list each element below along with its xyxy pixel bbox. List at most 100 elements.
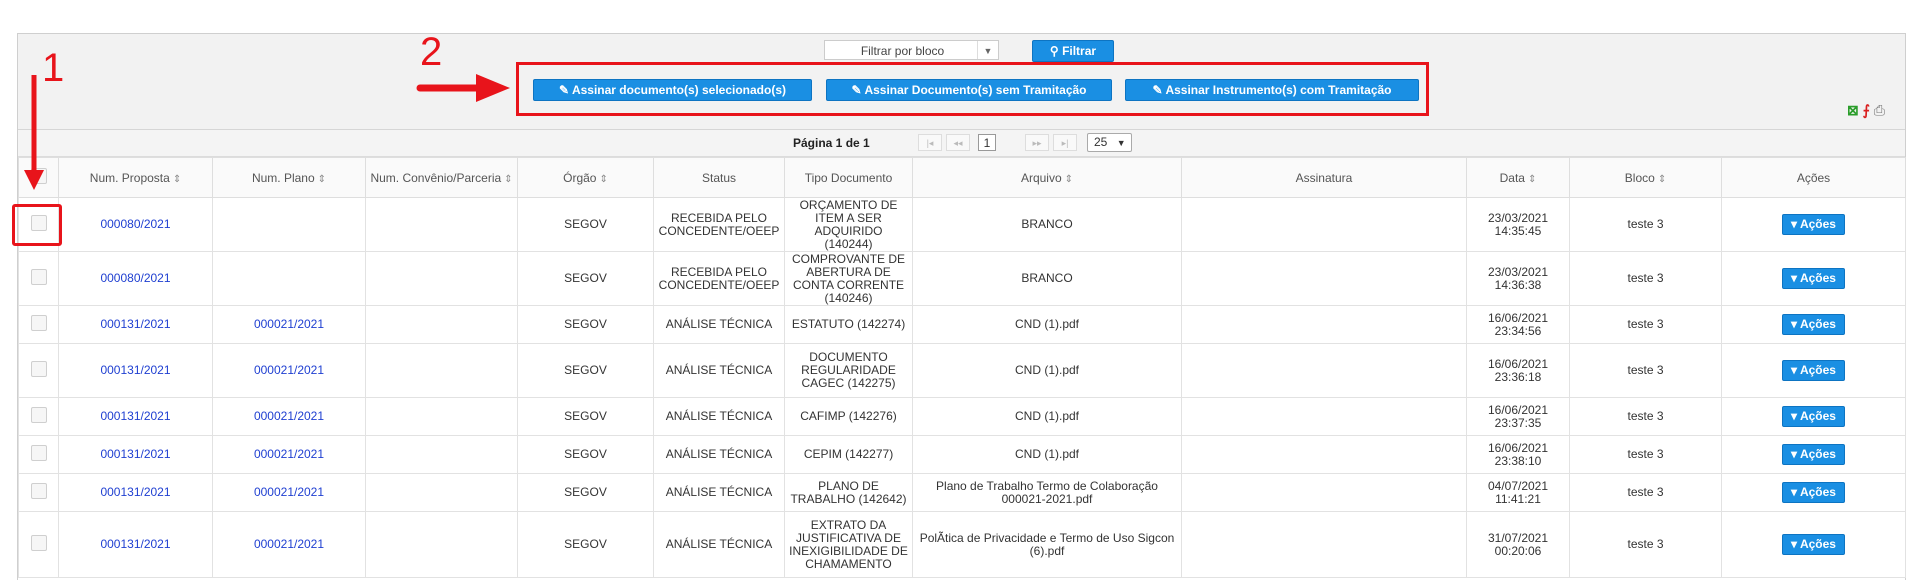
chevron-down-icon: ▼	[1116, 138, 1126, 148]
col-tipo: Tipo Documento	[784, 157, 913, 198]
cell-bloco: teste 3	[1569, 197, 1722, 252]
filter-button[interactable]: ⚲ Filtrar	[1032, 40, 1114, 62]
cell-data: 16/06/2021 23:34:56	[1466, 305, 1570, 344]
cell-tipo: ORÇAMENTO DE ITEM A SER ADQUIRIDO (14024…	[784, 197, 913, 252]
row-checkbox[interactable]	[30, 483, 47, 499]
table-row: 000131/2021 000021/2021 SEGOV ANÁLISE TÉCNI…	[18, 473, 1906, 512]
row-checkbox[interactable]	[30, 315, 47, 331]
proposta-link[interactable]: 000131/2021	[100, 317, 170, 331]
cell-arquivo: BRANCO	[912, 197, 1182, 252]
plano-link[interactable]: 000021/2021	[254, 447, 324, 461]
caret-down-icon: ▾	[1791, 409, 1800, 423]
row-actions-button[interactable]: ▾ Ações	[1782, 406, 1845, 427]
cell-plano	[212, 251, 366, 306]
plano-link[interactable]: 000021/2021	[254, 537, 324, 551]
table-row: 000131/2021 000021/2021 SEGOV ANÁLISE TÉCNI…	[18, 397, 1906, 436]
sign-no-process-button[interactable]: ✎ Assinar Documento(s) sem Tramitação	[826, 79, 1112, 101]
block-filter-value: Filtrar por bloco	[860, 44, 945, 58]
pen-icon: ✎	[851, 83, 862, 97]
cell-status: ANÁLISE TÉCNICA	[653, 397, 785, 436]
col-orgao[interactable]: Órgão ⇕	[517, 157, 654, 198]
cell-tipo: COMPROVANTE DE ABERTURA DE CONTA CORRENT…	[784, 251, 913, 306]
sign-selected-button[interactable]: ✎ Assinar documento(s) selecionado(s)	[533, 79, 812, 101]
row-actions-button[interactable]: ▾ Ações	[1782, 360, 1845, 381]
proposta-link[interactable]: 000131/2021	[100, 447, 170, 461]
row-actions-button[interactable]: ▾ Ações	[1782, 482, 1845, 503]
page-size-value: 25	[1094, 135, 1108, 149]
row-actions-label: Ações	[1799, 363, 1836, 377]
row-checkbox[interactable]	[30, 361, 47, 377]
row-actions-button[interactable]: ▾ Ações	[1782, 534, 1845, 555]
cell-arquivo: CND (1).pdf	[912, 343, 1182, 398]
block-filter-select[interactable]: Filtrar por bloco ▼	[824, 40, 999, 60]
cell-data: 04/07/2021 11:41:21	[1466, 473, 1570, 512]
col-arquivo[interactable]: Arquivo ⇕	[912, 157, 1182, 198]
cell-bloco: teste 3	[1569, 435, 1722, 474]
pdf-icon[interactable]: ⨍	[1863, 102, 1870, 118]
select-all-checkbox[interactable]	[30, 168, 47, 184]
cell-data: 16/06/2021 23:37:35	[1466, 397, 1570, 436]
proposta-link[interactable]: 000131/2021	[100, 409, 170, 423]
cell-orgao: SEGOV	[517, 251, 654, 306]
row-checkbox[interactable]	[30, 407, 47, 423]
sort-icon: ⇕	[172, 173, 182, 185]
plano-link[interactable]: 000021/2021	[254, 485, 324, 499]
cell-status: ANÁLISE TÉCNICA	[653, 435, 785, 474]
row-actions-button[interactable]: ▾ Ações	[1782, 314, 1845, 335]
col-data[interactable]: Data ⇕	[1466, 157, 1570, 198]
plano-link[interactable]: 000021/2021	[254, 409, 324, 423]
table-row: 000080/2021 SEGOV RECEBIDA PELO CONCEDENTE…	[18, 251, 1906, 306]
cell-status: ANÁLISE TÉCNICA	[653, 511, 785, 578]
row-actions-button[interactable]: ▾ Ações	[1782, 214, 1845, 235]
last-page-icon[interactable]: ▸|	[1053, 134, 1077, 151]
row-actions-button[interactable]: ▾ Ações	[1782, 444, 1845, 465]
cell-convenio	[365, 397, 518, 436]
cell-bloco: teste 3	[1569, 251, 1722, 306]
excel-icon[interactable]: ⊠	[1847, 102, 1859, 118]
row-select-cell	[18, 305, 59, 344]
cell-plano: 000021/2021	[212, 435, 366, 474]
plano-link[interactable]: 000021/2021	[254, 363, 324, 377]
caret-down-icon: ▾	[1791, 363, 1800, 377]
proposta-link[interactable]: 000131/2021	[100, 485, 170, 499]
sign-instrument-button[interactable]: ✎ Assinar Instrumento(s) com Tramitação	[1125, 79, 1419, 101]
sort-icon: ⇕	[1657, 173, 1667, 185]
col-bloco-label: Bloco	[1624, 170, 1655, 185]
cell-bloco: teste 3	[1569, 397, 1722, 436]
cell-tipo: EXTRATO DA JUSTIFICATIVA DE INEXIGIBILID…	[784, 511, 913, 578]
prev-page-icon[interactable]: ◂◂	[946, 134, 970, 151]
row-checkbox[interactable]	[30, 445, 47, 461]
page-size-select[interactable]: 25 ▼	[1087, 133, 1132, 152]
cell-orgao: SEGOV	[517, 511, 654, 578]
row-checkbox[interactable]	[30, 535, 47, 551]
col-bloco[interactable]: Bloco ⇕	[1569, 157, 1722, 198]
cell-status: ANÁLISE TÉCNICA	[653, 343, 785, 398]
col-convenio[interactable]: Num. Convênio/Parceria ⇕	[365, 157, 518, 198]
next-page-icon[interactable]: ▸▸	[1025, 134, 1049, 151]
cell-orgao: SEGOV	[517, 305, 654, 344]
cell-plano: 000021/2021	[212, 397, 366, 436]
print-icon[interactable]: ⎙	[1874, 102, 1885, 118]
proposta-link[interactable]: 000080/2021	[100, 217, 170, 231]
table-row: 000131/2021 000021/2021 SEGOV ANÁLISE TÉCNI…	[18, 435, 1906, 474]
proposta-link[interactable]: 000131/2021	[100, 537, 170, 551]
cell-plano: 000021/2021	[212, 305, 366, 344]
col-proposta[interactable]: Num. Proposta ⇕	[58, 157, 213, 198]
row-actions-button[interactable]: ▾ Ações	[1782, 268, 1845, 289]
row-checkbox[interactable]	[30, 269, 47, 285]
proposta-link[interactable]: 000080/2021	[100, 271, 170, 285]
cell-convenio	[365, 343, 518, 398]
current-page[interactable]: 1	[978, 134, 996, 151]
cell-arquivo: CND (1).pdf	[912, 397, 1182, 436]
cell-convenio	[365, 511, 518, 578]
cell-proposta: 000080/2021	[58, 251, 213, 306]
first-page-icon[interactable]: |◂	[918, 134, 942, 151]
cell-bloco: teste 3	[1569, 473, 1722, 512]
col-acoes: Ações	[1721, 157, 1906, 198]
row-actions-label: Ações	[1799, 485, 1836, 499]
proposta-link[interactable]: 000131/2021	[100, 363, 170, 377]
row-select-cell	[18, 473, 59, 512]
pagination-bar: Página 1 de 1 |◂ ◂◂ 1 ▸▸ ▸| 25 ▼	[18, 130, 1905, 157]
col-plano[interactable]: Num. Plano ⇕	[212, 157, 366, 198]
plano-link[interactable]: 000021/2021	[254, 317, 324, 331]
